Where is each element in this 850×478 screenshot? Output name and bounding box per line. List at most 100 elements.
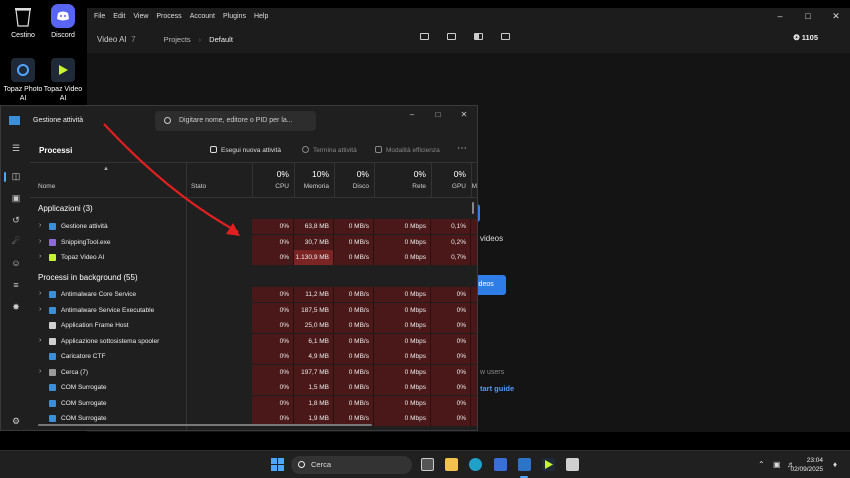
expand-chevron-icon[interactable]: › (39, 238, 41, 245)
breadcrumb-projects[interactable]: Projects (164, 35, 191, 44)
process-row[interactable]: › Antimalware Service Executable 0% 187,5 M… (30, 302, 477, 318)
topaz-video-taskbar-icon[interactable] (542, 458, 555, 471)
startup-apps-icon[interactable]: ☄ (11, 237, 21, 246)
column-gpu[interactable]: 0% GPU (431, 163, 471, 198)
process-row[interactable]: › Gestione attività 0% 63,8 MB 0 MB/s 0 Mbps 0… (30, 219, 477, 234)
cell-network: 0 Mbps (374, 395, 431, 411)
column-cpu[interactable]: 0% CPU (252, 163, 294, 198)
process-row[interactable]: › Topaz Video AI 0% 1.130,9 MB 0 MB/s 0 Mbps 0… (30, 250, 477, 265)
minimize-icon[interactable]: – (399, 106, 425, 123)
menu-plugins[interactable]: Plugins (223, 13, 246, 20)
quick-start-link[interactable]: tart guide (480, 384, 514, 393)
file-explorer-icon[interactable] (445, 458, 458, 471)
taskbar-search-box[interactable]: Cerca (291, 456, 412, 474)
process-row[interactable]: › Applicazione sottosistema spooler 0% 6,1 … (30, 333, 477, 349)
process-row[interactable]: › Cerca (7) 0% 197,7 MB 0 MB/s 0 Mbps 0% (30, 364, 477, 380)
group-header-apps[interactable]: Applicazioni (3) (38, 204, 93, 213)
column-gpu-engine[interactable]: M (471, 163, 478, 198)
cell-gpu-engine (471, 411, 477, 426)
end-task-button[interactable]: Termina attività (302, 146, 357, 154)
column-memory[interactable]: 10% Memoria (294, 163, 334, 198)
expand-chevron-icon[interactable]: › (39, 368, 41, 375)
column-status[interactable]: Stato (186, 163, 252, 198)
snipping-tool-icon[interactable] (566, 458, 579, 471)
process-name: Topaz Video AI (61, 254, 105, 261)
process-row[interactable]: COM Surrogate 0% 1,5 MB 0 MB/s 0 Mbps 0% (30, 380, 477, 395)
close-icon[interactable]: ✕ (822, 8, 850, 25)
leaf-icon (375, 146, 382, 153)
column-network[interactable]: 0% Rete (374, 163, 431, 198)
process-list: Applicazioni (3) › Gestione attività 0% 63,… (30, 198, 477, 430)
tray-chevron-icon[interactable]: ⌃ (758, 460, 765, 469)
nav-rail: ☰ ◫ ▣ ↺ ☄ ☺ ≡ ✸ ⚙ (1, 136, 30, 430)
view-split-icon[interactable] (474, 33, 483, 40)
app-history-icon[interactable]: ↺ (11, 216, 21, 225)
menu-file[interactable]: File (94, 13, 105, 20)
view-side-by-side-icon[interactable] (501, 33, 510, 40)
notification-bell-icon[interactable]: ♦ (833, 460, 837, 469)
cell-network: 0 Mbps (374, 219, 431, 234)
photos-icon[interactable] (494, 458, 507, 471)
column-disk[interactable]: 0% Disco (334, 163, 374, 198)
processes-icon[interactable]: ◫ (11, 172, 21, 181)
start-windows-icon[interactable] (271, 458, 284, 471)
empty-state-subtitle: w users (480, 369, 505, 376)
taskbar-clock[interactable]: 23:04 02/09/2025 (790, 456, 823, 474)
menu-view[interactable]: View (133, 13, 148, 20)
group-header-background[interactable]: Processi in background (55) (38, 273, 138, 282)
services-icon[interactable]: ✸ (11, 303, 21, 312)
cell-cpu: 0% (252, 318, 294, 333)
cell-disk: 0 MB/s (334, 380, 374, 395)
cell-disk: 0 MB/s (334, 318, 374, 333)
settings-icon[interactable]: ⚙ (11, 417, 21, 426)
network-icon[interactable]: ▣ (773, 460, 781, 469)
view-wide-icon[interactable] (447, 33, 456, 40)
process-row[interactable]: Caricatore CTF 0% 4,9 MB 0 MB/s 0 Mbps 0% (30, 349, 477, 364)
performance-icon[interactable]: ▣ (11, 194, 21, 203)
window-title: Gestione attività (33, 117, 84, 124)
process-icon (49, 384, 56, 391)
process-row[interactable]: › Antimalware Core Service 0% 11,2 MB 0 MB/s… (30, 287, 477, 302)
new-task-button[interactable]: Esegui nuova attività (210, 146, 281, 154)
process-row[interactable]: COM Surrogate 0% 1,8 MB 0 MB/s 0 Mbps 0% (30, 395, 477, 411)
column-name[interactable]: Nome (30, 163, 186, 198)
task-manager-taskbar-icon[interactable] (518, 458, 531, 471)
expand-chevron-icon[interactable]: › (39, 290, 41, 297)
browse-videos-button[interactable]: ideos (477, 275, 506, 295)
process-row[interactable]: Application Frame Host 0% 25,0 MB 0 MB/s 0 M… (30, 318, 477, 333)
more-options-icon[interactable]: ⋯ (457, 143, 467, 154)
close-icon[interactable]: ✕ (451, 106, 477, 123)
process-icon (49, 415, 56, 422)
desktop-icon-discord[interactable]: Discord (40, 4, 86, 40)
cell-gpu: 0% (431, 318, 471, 333)
cell-gpu-engine (471, 318, 477, 333)
expand-chevron-icon[interactable]: › (39, 222, 41, 229)
maximize-icon[interactable]: □ (794, 8, 822, 25)
efficiency-mode-button[interactable]: Modalità efficienza (375, 146, 440, 154)
menu-edit[interactable]: Edit (113, 13, 125, 20)
menu-help[interactable]: Help (254, 13, 268, 20)
menu-process[interactable]: Process (156, 13, 181, 20)
menu-account[interactable]: Account (190, 13, 215, 20)
vertical-scrollbar[interactable] (472, 202, 474, 214)
users-icon[interactable]: ☺ (11, 259, 21, 268)
task-view-icon[interactable] (421, 458, 434, 471)
expand-chevron-icon[interactable]: › (39, 253, 41, 260)
expand-chevron-icon[interactable]: › (39, 306, 41, 313)
edge-browser-icon[interactable] (469, 458, 482, 471)
view-single-icon[interactable] (420, 33, 429, 40)
expand-chevron-icon[interactable]: › (39, 337, 41, 344)
horizontal-scrollbar[interactable] (38, 424, 372, 426)
credits-badge[interactable]: ❂ 1105 (793, 33, 818, 42)
cell-gpu: 0% (431, 364, 471, 380)
hamburger-menu-icon[interactable]: ☰ (11, 144, 21, 153)
process-row[interactable]: › SnippingTool.exe 0% 30,7 MB 0 MB/s 0 Mbps 0,… (30, 234, 477, 250)
cell-disk: 0 MB/s (334, 287, 374, 302)
cell-cpu: 0% (252, 333, 294, 349)
maximize-icon[interactable]: □ (425, 106, 451, 123)
process-search-input[interactable]: Digitare nome, editore o PID per la... (155, 111, 316, 131)
minimize-icon[interactable]: – (766, 8, 794, 25)
details-icon[interactable]: ≡ (11, 281, 21, 290)
desktop-icon-topaz-video[interactable]: Topaz Video AI (40, 58, 86, 103)
cell-gpu: 0% (431, 380, 471, 395)
